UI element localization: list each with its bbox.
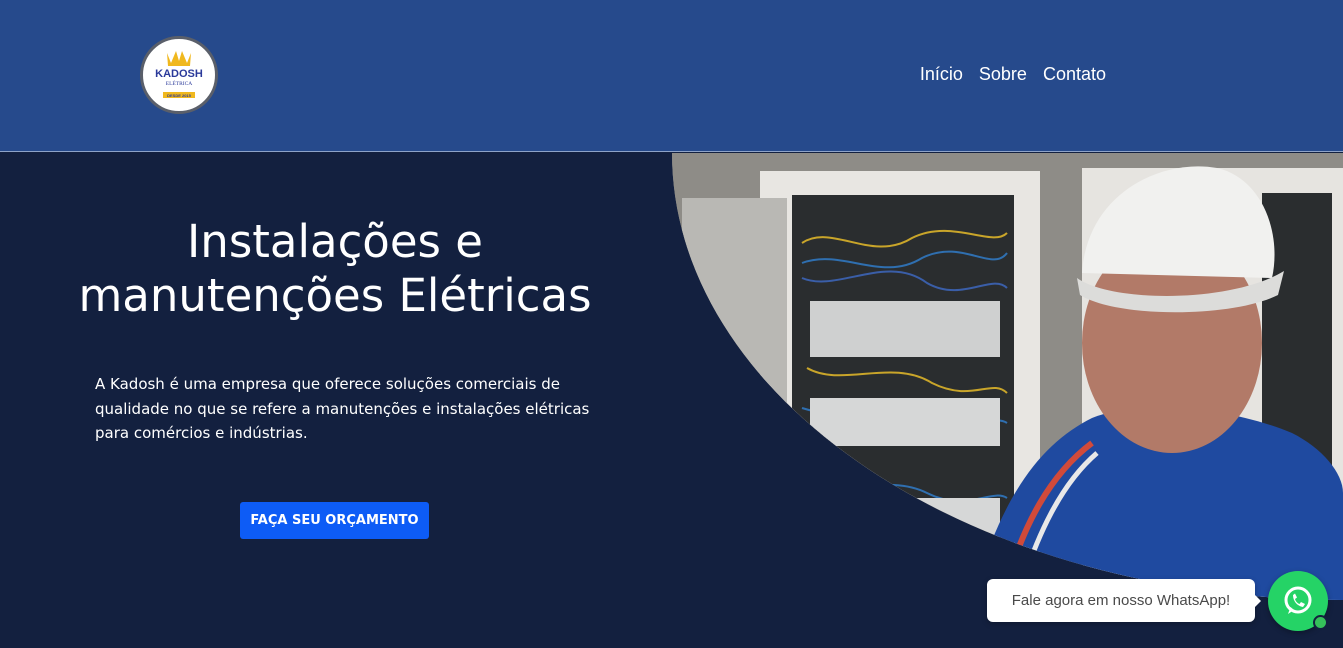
nav-inicio[interactable]: Início [920, 64, 963, 85]
site-header: KADOSH ELÉTRICA DESDE 2015 Início Sobre … [0, 0, 1343, 152]
main-nav: Início Sobre Contato [920, 64, 1106, 85]
quote-button[interactable]: FAÇA SEU ORÇAMENTO [240, 502, 429, 539]
whatsapp-bubble[interactable]: Fale agora em nosso WhatsApp! [987, 579, 1261, 622]
hero-title-line1: Instalações e [187, 215, 483, 268]
nav-sobre[interactable]: Sobre [979, 64, 1027, 85]
online-status-dot [1313, 615, 1328, 630]
whatsapp-icon [1284, 586, 1312, 614]
hero-title-line2: manutenções Elétricas [78, 269, 592, 322]
svg-text:DESDE 2015: DESDE 2015 [167, 93, 192, 98]
nav-contato[interactable]: Contato [1043, 64, 1106, 85]
hero-description: A Kadosh é uma empresa que oferece soluç… [95, 375, 590, 442]
svg-text:KADOSH: KADOSH [155, 68, 203, 80]
svg-text:ELÉTRICA: ELÉTRICA [166, 79, 193, 87]
crown-logo-icon: KADOSH ELÉTRICA DESDE 2015 [155, 51, 203, 98]
hero-title: Instalações e manutenções Elétricas [60, 215, 610, 323]
kadosh-logo[interactable]: KADOSH ELÉTRICA DESDE 2015 [140, 36, 218, 114]
